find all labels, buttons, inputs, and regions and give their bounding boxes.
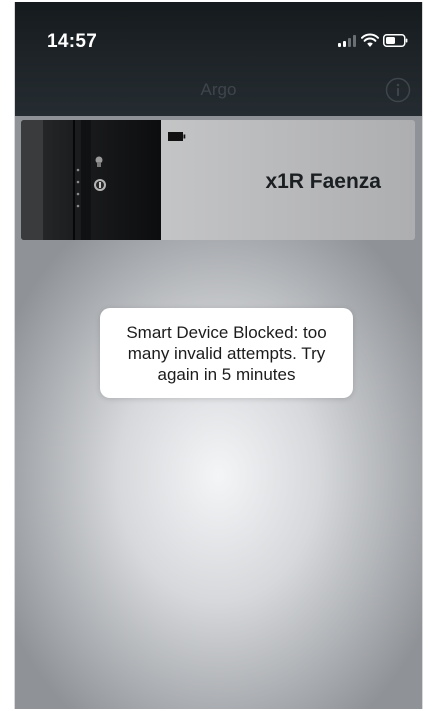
blocked-toast: Smart Device Blocked: too many invalid a…	[100, 308, 353, 398]
wifi-icon	[361, 33, 379, 47]
status-bar: 14:57	[15, 2, 422, 62]
device-card[interactable]: x1R Faenza	[21, 120, 415, 240]
toast-message: Smart Device Blocked: too many invalid a…	[126, 322, 327, 384]
status-time: 14:57	[47, 31, 98, 52]
nav-title: Argo	[200, 80, 237, 99]
battery-icon	[383, 34, 408, 47]
battery-small-icon	[168, 132, 186, 141]
navigation-bar: Argo	[15, 64, 422, 116]
cellular-signal-icon	[338, 35, 356, 47]
door-lock-image	[21, 120, 161, 240]
info-circle-icon[interactable]	[385, 77, 411, 103]
phone-screen: 14:57 Argo x1R Faenza Smart Device Block…	[14, 2, 423, 709]
device-name: x1R Faenza	[265, 170, 381, 193]
app-header: 14:57 Argo	[15, 2, 422, 116]
